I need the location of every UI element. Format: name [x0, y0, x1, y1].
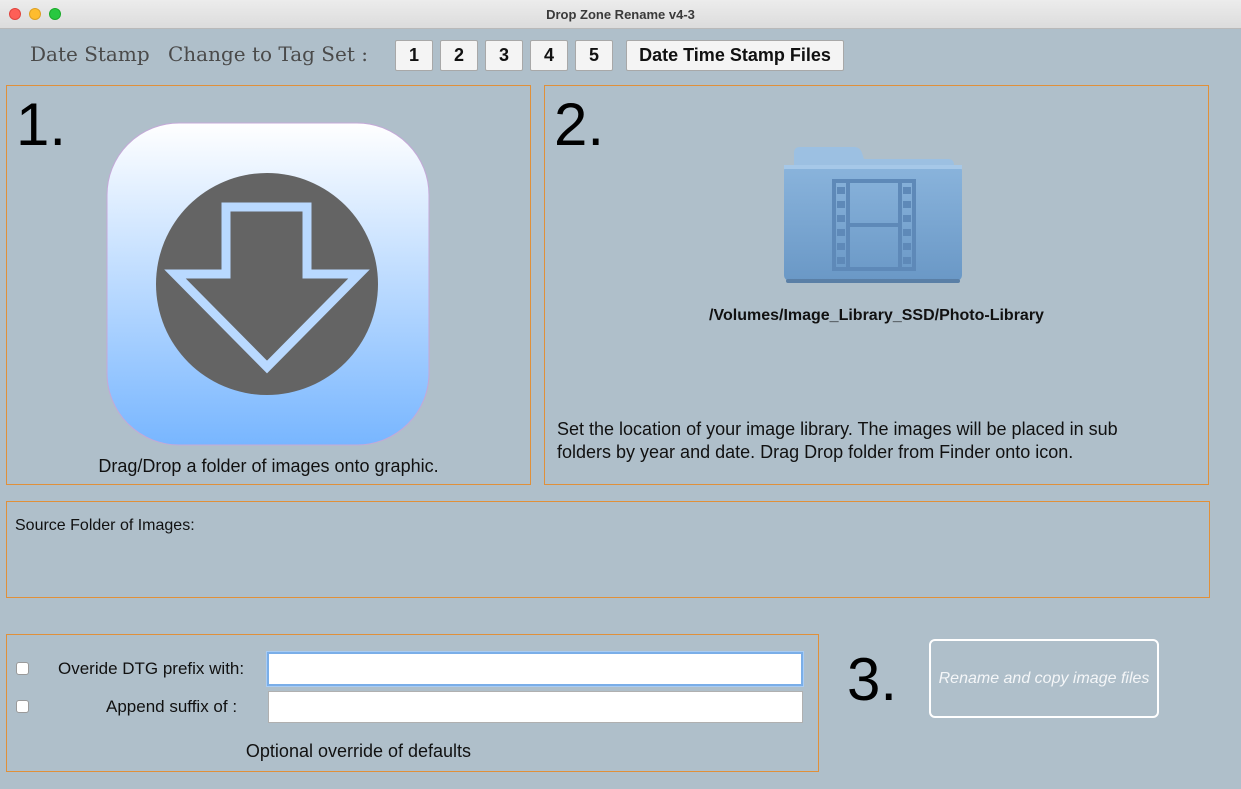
rename-and-copy-button[interactable]: Rename and copy image files: [929, 639, 1159, 718]
append-suffix-checkbox[interactable]: [16, 700, 29, 713]
download-arrow-icon[interactable]: [106, 122, 430, 446]
movies-folder-icon[interactable]: [782, 145, 964, 285]
library-path: /Volumes/Image_Library_SSD/Photo-Library: [709, 307, 1044, 324]
date-stamp-label: Date Stamp: [30, 42, 150, 66]
optional-override-caption: Optional override of defaults: [245, 741, 472, 761]
source-folder-label: Source Folder of Images:: [15, 517, 195, 534]
tag-set-2-button[interactable]: 2: [440, 40, 478, 71]
append-suffix-input[interactable]: [268, 691, 803, 723]
override-prefix-checkbox[interactable]: [16, 662, 29, 675]
append-suffix-label: Append suffix of :: [106, 697, 238, 716]
tag-set-3-button[interactable]: 3: [485, 40, 523, 71]
override-prefix-input[interactable]: [267, 652, 803, 686]
step-2-number: 2.: [554, 91, 605, 158]
date-time-stamp-files-button[interactable]: Date Time Stamp Files: [626, 40, 844, 71]
library-help-line-2: folders by year and date. Drag Drop fold…: [557, 442, 1074, 462]
step-1-number: 1.: [16, 91, 67, 158]
change-tag-set-label: Change to Tag Set :: [168, 42, 368, 66]
step-3-number: 3.: [847, 646, 898, 713]
tag-set-5-button[interactable]: 5: [575, 40, 613, 71]
drop-zone-caption: Drag/Drop a folder of images onto graphi…: [98, 456, 439, 476]
library-help-line-1: Set the location of your image library. …: [557, 419, 1118, 439]
override-prefix-label: Overide DTG prefix with:: [58, 659, 245, 678]
window-title: Drop Zone Rename v4-3: [546, 7, 695, 22]
title-bar[interactable]: Drop Zone Rename v4-3: [0, 0, 1241, 29]
source-folder-panel: [6, 501, 1210, 598]
tag-set-4-button[interactable]: 4: [530, 40, 568, 71]
tag-set-1-button[interactable]: 1: [395, 40, 433, 71]
